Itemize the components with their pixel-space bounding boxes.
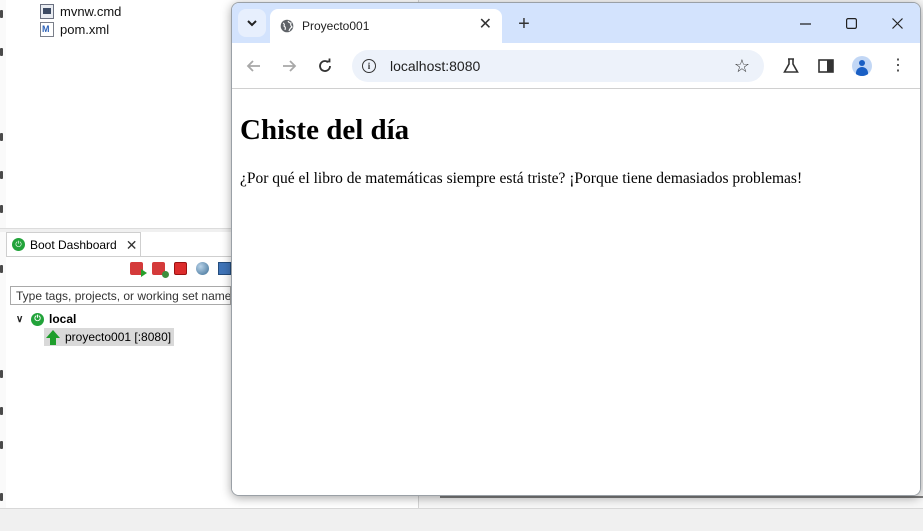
strip-mark [0,205,3,213]
strip-mark [0,265,3,273]
tab-proyecto001[interactable]: Proyecto001 ✕ [270,9,502,43]
tree-item-label: pom.xml [60,21,110,37]
menu-button[interactable]: ⋮ [886,54,910,78]
debug-icon[interactable] [152,261,169,278]
maven-pom-icon [40,21,54,37]
side-panel-icon [818,59,834,73]
cmd-file-icon [40,3,54,19]
editor-scrollbar[interactable] [440,496,923,498]
flask-icon [783,58,799,73]
window-close-button[interactable] [874,3,920,43]
maximize-icon [845,17,857,29]
boot-dashboard-toolbar [130,260,231,278]
spring-boot-power-icon: ⏻ [31,312,44,326]
tab-underline [6,256,231,257]
bookmark-star-icon[interactable]: ☆ [734,57,750,75]
profile-button[interactable] [850,54,874,78]
close-icon[interactable]: ✕ [479,17,492,33]
address-url[interactable]: localhost:8080 [390,58,480,74]
chevron-down-icon [247,20,257,27]
running-up-arrow-icon [46,329,60,345]
strip-mark [0,407,3,415]
tab-search-button[interactable] [238,9,266,37]
plus-icon: + [518,12,530,35]
status-bar [0,508,923,531]
close-icon [891,17,903,29]
address-bar[interactable]: i localhost:8080 ☆ [352,50,764,82]
side-panel-button[interactable] [814,54,838,78]
close-icon[interactable]: ✕ [126,238,138,252]
filter-input[interactable]: Type tags, projects, or working set name… [10,286,231,305]
console-icon[interactable] [218,261,231,275]
strip-mark [0,10,3,18]
minimize-icon [799,22,811,25]
tree-item-pom[interactable]: pom.xml [40,20,109,38]
site-info-icon[interactable]: i [362,59,376,73]
tree-node-local[interactable]: ∨ ⏻ local [16,311,76,327]
strip-mark [0,48,3,56]
stop-icon[interactable] [174,261,187,275]
strip-mark [0,133,3,141]
tree-item-label: mvnw.cmd [60,3,122,19]
forward-button[interactable] [277,54,301,78]
kebab-menu-icon: ⋮ [890,57,906,74]
strip-mark [0,441,3,449]
window-controls [782,3,920,43]
chevron-down-icon[interactable]: ∨ [16,314,26,325]
strip-mark [0,171,3,179]
arrow-left-icon [246,60,260,72]
strip-mark [0,370,3,378]
minimize-button[interactable] [782,3,828,43]
tab-label: Proyecto001 [302,19,370,33]
new-tab-button[interactable]: + [512,12,536,36]
globe-icon [280,19,294,33]
back-button[interactable] [242,54,266,78]
tab-boot-dashboard[interactable]: ⏻ Boot Dashboard ✕ [6,232,141,256]
project-label: proyecto001 [:8080] [65,330,172,344]
arrow-right-icon [283,60,297,72]
tab-label: Boot Dashboard [30,237,117,252]
browser-titlebar[interactable]: Proyecto001 ✕ + [232,3,920,43]
tree-node-label: local [49,312,77,326]
open-browser-icon[interactable] [196,261,209,275]
page-heading: Chiste del día [240,114,410,146]
profile-avatar-icon [852,56,872,76]
joke-text: ¿Por qué el libro de matemáticas siempre… [240,170,803,187]
reload-icon [319,58,331,72]
tree-item-mvnw[interactable]: mvnw.cmd [40,2,121,20]
start-icon[interactable] [130,261,147,277]
tree-node-project[interactable]: proyecto001 [:8080] [44,328,175,346]
labs-button[interactable] [779,54,803,78]
page-content: Chiste del día ¿Por qué el libro de mate… [232,90,920,495]
reload-button[interactable] [313,54,337,78]
spring-boot-power-icon: ⏻ [12,238,25,251]
browser-toolbar: i localhost:8080 ☆ ⋮ [232,43,920,89]
browser-window: Proyecto001 ✕ + i localhost:8080 ☆ ⋮ Chi… [231,2,921,496]
maximize-button[interactable] [828,3,874,43]
strip-mark [0,493,3,501]
